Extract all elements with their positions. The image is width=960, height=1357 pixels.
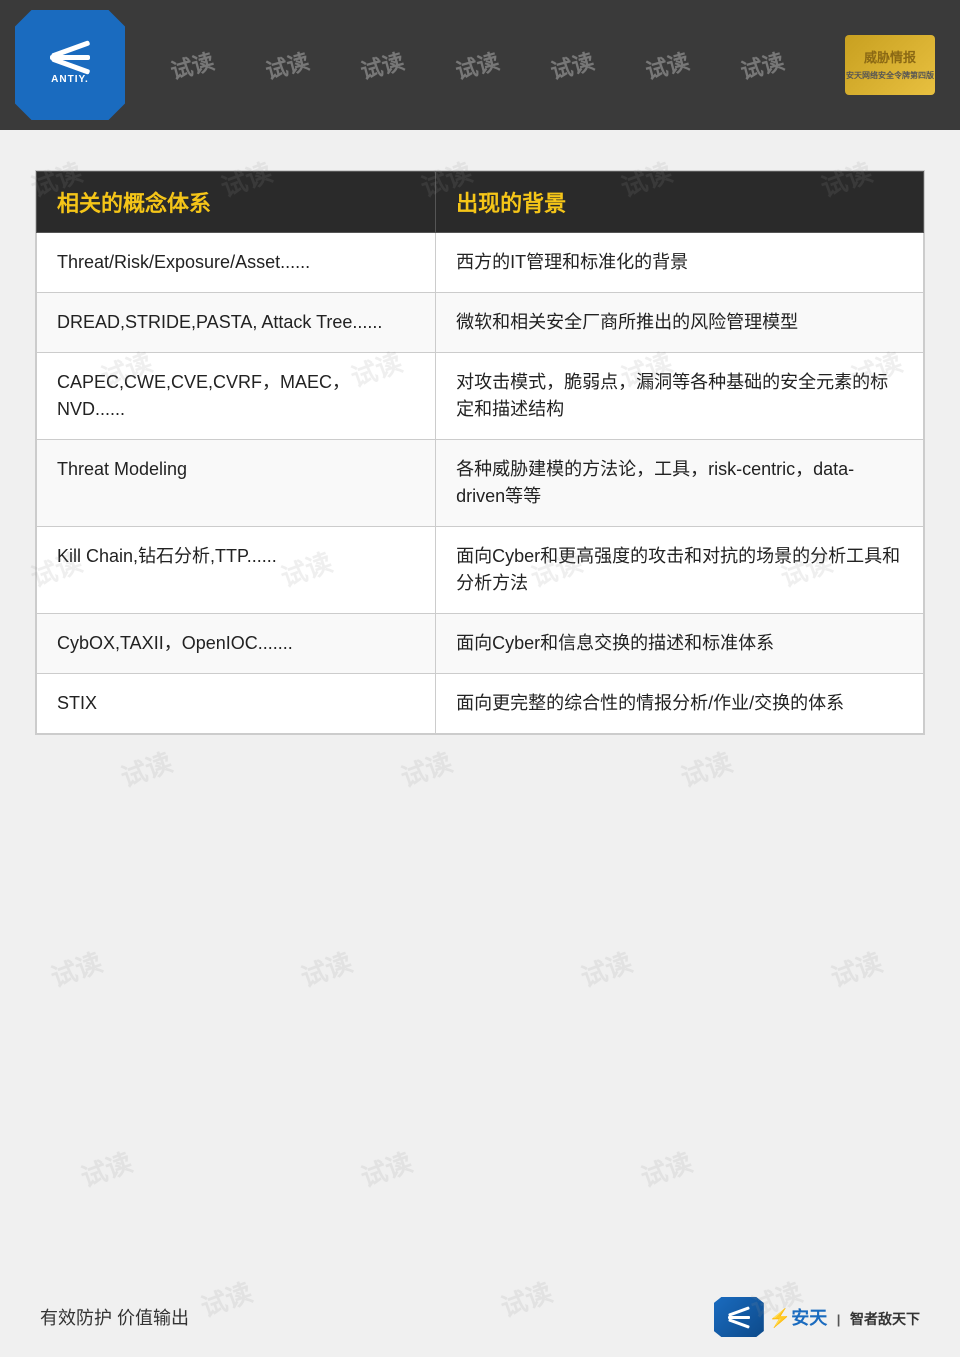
table-cell-concept: CAPEC,CWE,CVE,CVRF，MAEC，NVD...... (37, 353, 436, 440)
table-row: Kill Chain,钻石分析,TTP......面向Cyber和更高强度的攻击… (37, 527, 924, 614)
table-row: CAPEC,CWE,CVE,CVRF，MAEC，NVD......对攻击模式，脆… (37, 353, 924, 440)
header-watermarks: 试读 试读 试读 试读 试读 试读 试读 (125, 49, 830, 81)
logo-lines (50, 45, 90, 70)
table-cell-concept: STIX (37, 674, 436, 734)
table-row: DREAD,STRIDE,PASTA, Attack Tree......微软和… (37, 293, 924, 353)
table-cell-context: 西方的IT管理和标准化的背景 (436, 233, 924, 293)
table-cell-concept: Kill Chain,钻石分析,TTP...... (37, 527, 436, 614)
table-cell-context: 对攻击模式，脆弱点，漏洞等各种基础的安全元素的标定和描述结构 (436, 353, 924, 440)
footer: 有效防护 价值输出 ⚡安天 | 智者敌天下 (0, 1297, 960, 1337)
footer-logo-icon (714, 1297, 764, 1337)
antiy-logo: ANTIY. (15, 10, 125, 120)
content-table: 相关的概念体系 出现的背景 Threat/Risk/Exposure/Asset… (36, 171, 924, 734)
footer-logo-subtext: 智者敌天下 (850, 1311, 920, 1327)
table-cell-context: 面向Cyber和更高强度的攻击和对抗的场景的分析工具和分析方法 (436, 527, 924, 614)
table-cell-concept: Threat Modeling (37, 440, 436, 527)
footer-logo-label: ⚡安天 | 智者敌天下 (769, 1304, 920, 1330)
table-cell-context: 面向更完整的综合性的情报分析/作业/交换的体系 (436, 674, 924, 734)
footer-tagline: 有效防护 价值输出 (40, 1304, 189, 1330)
col1-header: 相关的概念体系 (37, 172, 436, 233)
table-row: Threat Modeling各种威胁建模的方法论，工具，risk-centri… (37, 440, 924, 527)
table-cell-concept: DREAD,STRIDE,PASTA, Attack Tree...... (37, 293, 436, 353)
table-cell-context: 微软和相关安全厂商所推出的风险管理模型 (436, 293, 924, 353)
logo-text: ANTIY. (51, 74, 89, 85)
main-content: 相关的概念体系 出现的背景 Threat/Risk/Exposure/Asset… (35, 170, 925, 735)
table-row: CybOX,TAXII，OpenIOC.......面向Cyber和信息交换的描… (37, 614, 924, 674)
table-cell-concept: Threat/Risk/Exposure/Asset...... (37, 233, 436, 293)
table-row: Threat/Risk/Exposure/Asset......西方的IT管理和… (37, 233, 924, 293)
header-right-logo: 威胁情报 安天网络安全令牌第四版 (830, 10, 950, 120)
table-cell-concept: CybOX,TAXII，OpenIOC....... (37, 614, 436, 674)
table-row: STIX面向更完整的综合性的情报分析/作业/交换的体系 (37, 674, 924, 734)
footer-logo-area: ⚡安天 | 智者敌天下 (714, 1297, 920, 1337)
col2-header: 出现的背景 (436, 172, 924, 233)
header: ANTIY. 试读 试读 试读 试读 试读 试读 试读 威胁情报 安天网络安全令… (0, 0, 960, 130)
table-cell-context: 面向Cyber和信息交换的描述和标准体系 (436, 614, 924, 674)
table-header-row: 相关的概念体系 出现的背景 (37, 172, 924, 233)
footer-logo: ⚡安天 | 智者敌天下 (714, 1297, 920, 1337)
table-cell-context: 各种威胁建模的方法论，工具，risk-centric，data-driven等等 (436, 440, 924, 527)
